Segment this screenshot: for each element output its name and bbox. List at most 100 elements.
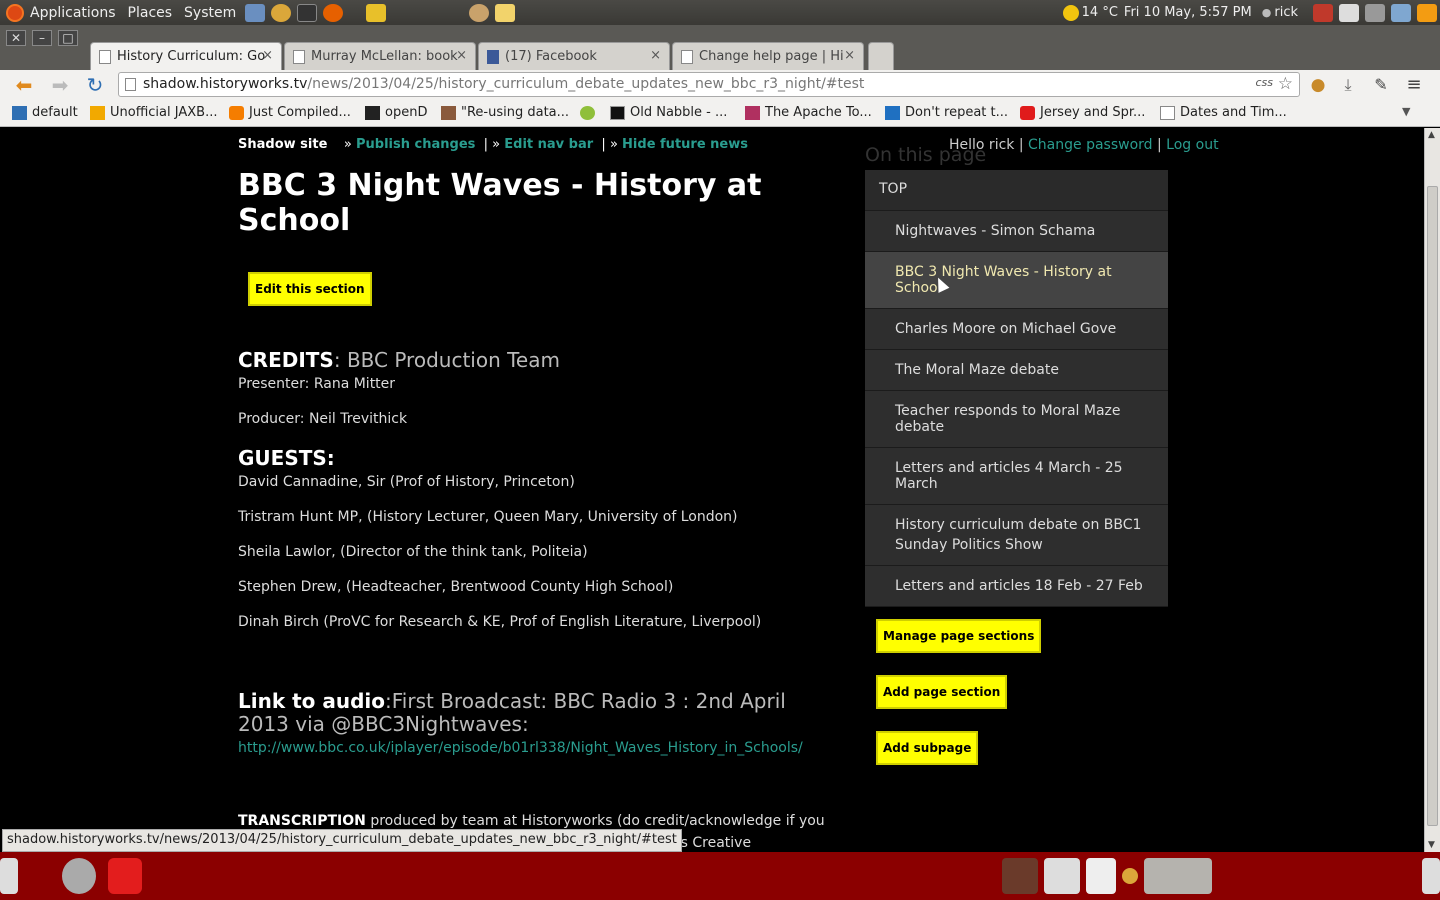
reload-icon[interactable]: ↻ — [83, 73, 107, 97]
presenter-text: Presenter: Rana Mitter — [238, 376, 396, 392]
cookie-extension-icon[interactable]: ● — [1306, 73, 1330, 97]
shutdown-icon[interactable] — [108, 858, 142, 894]
close-icon[interactable]: × — [262, 48, 273, 63]
bookmark-opend[interactable]: openD — [365, 105, 427, 120]
tab-label: Murray McLellan: book — [311, 49, 458, 64]
eyedropper-icon[interactable]: ✎ — [1369, 73, 1393, 97]
sidebar-item-moral-maze[interactable]: The Moral Maze debate — [865, 350, 1168, 391]
leaf-icon — [580, 106, 595, 120]
minimize-window-button[interactable]: – — [32, 30, 52, 46]
bookmark-default[interactable]: default — [12, 105, 78, 120]
add-subpage-button[interactable]: Add subpage — [876, 731, 979, 765]
firefox-icon[interactable] — [323, 3, 344, 22]
audio-link[interactable]: http://www.bbc.co.uk/iplayer/episode/b01… — [238, 740, 828, 756]
window-list-icon[interactable] — [1002, 858, 1038, 894]
add-page-section-button[interactable]: Add page section — [876, 675, 1008, 709]
bookmark-apache[interactable]: The Apache To... — [745, 105, 872, 120]
sidebar-item-nightwaves-schama[interactable]: Nightwaves - Simon Schama — [865, 211, 1168, 252]
manage-page-sections-button[interactable]: Manage page sections — [876, 619, 1042, 653]
sidebar-item-top[interactable]: TOP — [865, 170, 1168, 211]
panel-left-arrow-icon[interactable] — [0, 858, 18, 894]
clock[interactable]: Fri 10 May, 5:57 PM — [1124, 5, 1252, 20]
scrollbar-thumb[interactable] — [1427, 186, 1438, 826]
chrome-launcher-icon[interactable] — [271, 3, 292, 22]
sidebar-item-teacher-responds[interactable]: Teacher responds to Moral Maze debate — [865, 391, 1168, 448]
screen-icon[interactable] — [1365, 3, 1385, 22]
bookmark-star-icon[interactable]: ☆ — [1278, 74, 1293, 94]
bookmark-dont-repeat[interactable]: Don't repeat t... — [885, 105, 1008, 120]
chrome-taskbar-icon[interactable] — [1144, 858, 1212, 894]
close-icon[interactable]: × — [844, 48, 855, 63]
avatar-icon — [441, 106, 456, 120]
page-content: Shadow site » Publish changes | » Edit n… — [0, 128, 1424, 852]
sidebar-item-bbc1-politics[interactable]: History curriculum debate on BBC1 Sunday… — [865, 505, 1168, 566]
publish-changes-link[interactable]: Publish changes — [356, 137, 475, 152]
weather-icon[interactable] — [1062, 4, 1079, 21]
applications-menu[interactable]: Applications — [30, 5, 116, 21]
close-window-button[interactable]: ✕ — [6, 30, 26, 46]
menu-icon[interactable]: ≡ — [1402, 73, 1426, 97]
scroll-down-icon[interactable]: ▼ — [1428, 840, 1435, 850]
forward-arrow-icon[interactable]: ➡ — [48, 73, 72, 97]
edit-section-button[interactable]: Edit this section — [248, 272, 372, 306]
bookmark-reusing-data[interactable]: "Re-using data... — [441, 105, 569, 120]
edit-nav-bar-link[interactable]: Edit nav bar — [504, 137, 593, 152]
places-menu[interactable]: Places — [128, 5, 173, 21]
maximize-window-button[interactable]: □ — [58, 30, 78, 46]
flag-icon[interactable] — [1313, 3, 1333, 22]
tab-facebook[interactable]: (17) Facebook × — [478, 42, 670, 70]
vlc-icon[interactable] — [1417, 3, 1437, 22]
close-icon[interactable]: × — [650, 48, 661, 63]
hide-future-news-link[interactable]: Hide future news — [622, 137, 748, 152]
on-this-page-sidebar: On this page TOP Nightwaves - Simon Scha… — [865, 144, 1168, 787]
opend-icon — [365, 106, 380, 120]
bookmark-jaxb[interactable]: Unofficial JAXB... — [90, 105, 217, 120]
bookmarks-bar: default Unofficial JAXB... Just Compiled… — [0, 100, 1440, 127]
tab-change-help-page[interactable]: Change help page | Hi × — [672, 42, 864, 70]
css-extension-icon[interactable]: css — [1255, 76, 1273, 89]
log-out-link[interactable]: Log out — [1166, 137, 1218, 153]
sidebar-item-letters-feb[interactable]: Letters and articles 18 Feb - 27 Feb — [865, 566, 1168, 607]
sidebar-item-letters-march[interactable]: Letters and articles 4 March - 25 March — [865, 448, 1168, 505]
bookmark-label: openD — [385, 105, 428, 120]
terminal-icon[interactable] — [297, 3, 318, 22]
chrome-small-icon[interactable] — [1122, 868, 1138, 884]
address-bar[interactable]: shadow.historyworks.tv/news/2013/04/25/h… — [118, 72, 1300, 97]
scroll-up-icon[interactable]: ▲ — [1428, 130, 1435, 140]
notes-icon[interactable] — [366, 3, 387, 22]
bookmark-dates-and-time[interactable]: Dates and Tim... — [1160, 105, 1287, 120]
bookmark-just-compiled[interactable]: Just Compiled... — [229, 105, 351, 120]
sidebar-item-bbc3-history-school[interactable]: BBC 3 Night Waves - History at School — [865, 252, 1168, 309]
user-name[interactable]: rick — [1274, 5, 1298, 20]
guests-heading: GUESTS: — [238, 446, 335, 470]
tomboy-icon[interactable] — [495, 3, 516, 22]
tab-murray-mclellan[interactable]: Murray McLellan: book × — [284, 42, 476, 70]
bookmark-label: Dates and Tim... — [1180, 105, 1287, 120]
app-window-icon[interactable] — [1086, 858, 1116, 894]
network-tray-icon[interactable] — [1391, 3, 1411, 22]
bookmark-jersey-spring[interactable]: Jersey and Spr... — [1020, 105, 1145, 120]
app-icon[interactable] — [1339, 3, 1359, 22]
back-arrow-icon[interactable]: ⬅ — [12, 73, 36, 97]
tab-history-curriculum[interactable]: History Curriculum: Go × — [90, 42, 282, 70]
close-icon[interactable]: × — [456, 48, 467, 63]
ubuntu-logo-icon[interactable] — [6, 3, 24, 22]
sidebar-item-charles-moore[interactable]: Charles Moore on Michael Gove — [865, 309, 1168, 350]
power-settings-icon[interactable] — [62, 858, 96, 894]
network-icon[interactable] — [245, 3, 266, 22]
bookmark-old-nabble[interactable]: Old Nabble - ... — [610, 105, 727, 120]
audio-label: Link to audio — [238, 689, 386, 713]
download-icon[interactable]: ⤓ — [1336, 73, 1360, 97]
guest-item: Stephen Drew, (Headteacher, Brentwood Co… — [238, 579, 674, 595]
change-password-link[interactable]: Change password — [1028, 137, 1153, 153]
bookmarks-overflow-icon[interactable]: ▼ — [1402, 105, 1410, 118]
panel-right-arrow-icon[interactable] — [1422, 858, 1440, 894]
drive-icon[interactable] — [1044, 858, 1080, 894]
url-host: shadow.historyworks.tv — [143, 76, 308, 92]
system-menu[interactable]: System — [184, 5, 236, 21]
weather-temp: 14 °C — [1081, 5, 1118, 20]
bottom-panel — [0, 852, 1440, 900]
pidgin-icon[interactable] — [469, 3, 490, 22]
page-scrollbar[interactable]: ▲ ▼ — [1424, 128, 1440, 852]
new-tab-button[interactable] — [868, 42, 894, 70]
